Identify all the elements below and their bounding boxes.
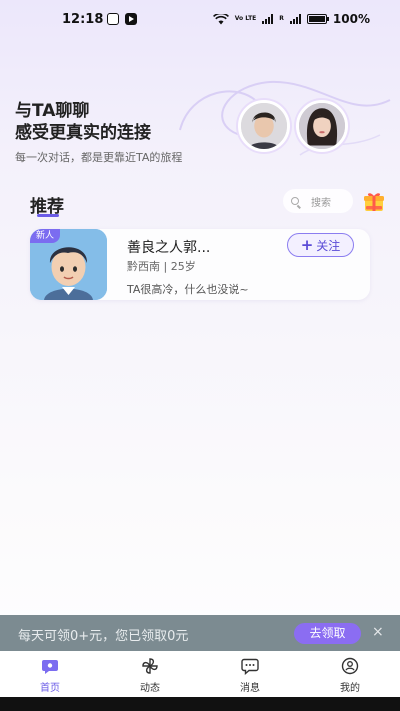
new-user-badge: 新人	[30, 229, 61, 243]
hero-title: 与TA聊聊 感受更真实的连接	[15, 100, 151, 144]
tab-home-label: 首页	[40, 683, 60, 694]
system-nav-bar	[0, 697, 400, 711]
status-indicators: Vo LTE R 100%	[212, 12, 370, 26]
promo-bar: 每天可领0+元，您已领取0元 去领取 ×	[0, 615, 400, 651]
claim-button[interactable]: 去领取	[294, 623, 361, 644]
promo-text: 每天可领0+元，您已领取0元	[18, 629, 189, 644]
signal-2-icon	[289, 14, 301, 24]
gift-icon[interactable]	[362, 190, 386, 214]
search-icon	[291, 197, 299, 205]
status-time: 12:18	[62, 12, 104, 27]
battery-percent: 100%	[332, 12, 370, 26]
user-meta: 黔西南 | 25岁	[127, 260, 196, 273]
plus-icon: +	[300, 235, 314, 254]
tab-profile-label: 我的	[340, 683, 360, 694]
signal-1-icon	[262, 14, 274, 24]
hero-title-line1: 与TA聊聊	[15, 101, 90, 121]
search-placeholder: 搜索	[311, 197, 331, 209]
user-name: 善良之人郭...	[127, 240, 211, 256]
tab-feed-label: 动态	[140, 683, 160, 694]
search-input[interactable]: 搜索	[283, 189, 353, 213]
video-notification-icon	[125, 13, 137, 25]
app-notification-icon	[107, 13, 119, 25]
user-avatar[interactable]: 新人	[30, 229, 107, 300]
status-bar: 12:18 Vo LTE R 100%	[0, 0, 400, 40]
tab-messages-label: 消息	[240, 683, 260, 694]
bottom-tab-bar: 首页 动态 消息 我的	[0, 651, 400, 697]
tab-home[interactable]: 首页	[0, 651, 100, 697]
pinwheel-icon	[142, 658, 158, 674]
roaming-label: R	[279, 15, 284, 22]
home-icon	[42, 660, 58, 674]
hero-avatars	[238, 100, 353, 152]
tab-profile[interactable]: 我的	[300, 651, 400, 697]
close-icon[interactable]: ×	[372, 624, 384, 640]
battery-icon	[306, 14, 329, 24]
section-underline	[37, 214, 59, 217]
female-avatar	[296, 100, 348, 152]
follow-button[interactable]: + 关注	[287, 233, 354, 257]
user-description: TA很高冷，什么也没说~	[127, 283, 249, 296]
recommend-card[interactable]: 新人 善良之人郭... 黔西南 | 25岁 TA很高冷，什么也没说~ + 关注	[30, 229, 370, 300]
male-avatar	[238, 100, 290, 152]
hero-subtitle: 每一次对话，都是更靠近TA的旅程	[15, 151, 183, 164]
tab-feed[interactable]: 动态	[100, 651, 200, 697]
tab-messages[interactable]: 消息	[200, 651, 300, 697]
wifi-icon	[212, 13, 229, 24]
message-icon	[241, 658, 259, 675]
profile-icon	[341, 657, 359, 675]
notification-icons	[107, 13, 137, 25]
hero-title-line2: 感受更真实的连接	[15, 123, 151, 143]
volte-label: Vo LTE	[234, 15, 257, 22]
follow-label: 关注	[316, 238, 341, 253]
